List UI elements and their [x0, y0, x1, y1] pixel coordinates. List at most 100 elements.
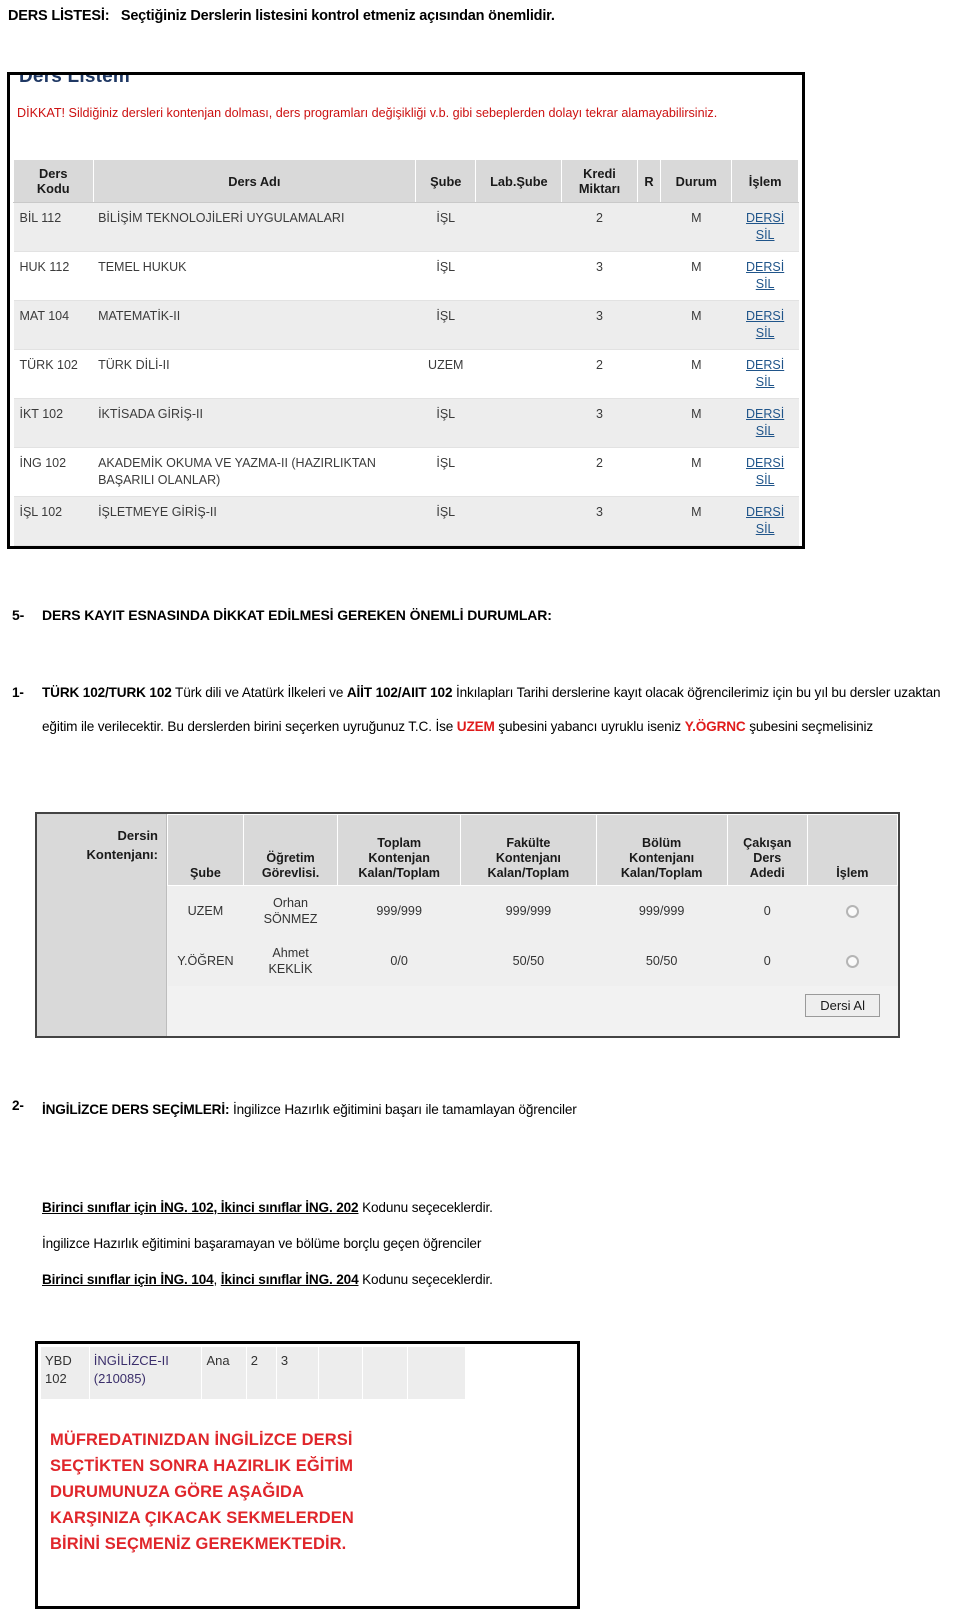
- header-line-1: Kredi: [583, 166, 616, 181]
- cell-ybd-value-2: 3: [276, 1347, 320, 1401]
- cell-kredi: 3: [561, 496, 638, 546]
- kontenjan-table: Şube Öğretim Görevlisi. Toplam Kontenjan…: [167, 814, 898, 986]
- cell-lab-sube: [475, 447, 562, 497]
- kontenjan-header-row: Şube Öğretim Görevlisi. Toplam Kontenjan…: [167, 814, 898, 886]
- column-header-ders-kodu: Ders Kodu: [13, 159, 94, 203]
- table-header-row: Ders Kodu Ders Adı Şube Lab.Şube Kredi M…: [13, 159, 799, 203]
- cell-durum: M: [660, 300, 732, 350]
- cell-toplam-kontenjan: 0/0: [337, 936, 461, 986]
- item-2-sub-lines: Birinci sınıflar için İNG. 102, İkinci s…: [42, 1190, 942, 1298]
- cell-islem: DERSİ SİL: [731, 251, 799, 301]
- ders-listem-title: Ders Listem: [19, 72, 130, 87]
- item-1-highlight-uzem: UZEM: [456, 719, 495, 734]
- item-2-line3-rest: Kodunu seçeceklerdir.: [358, 1272, 493, 1287]
- cell-lab-sube: [475, 349, 562, 399]
- page-title-lead: DERS LİSTESİ:: [8, 8, 110, 24]
- dersi-sil-line-1: DERSİ: [746, 456, 785, 470]
- column-header-islem: İşlem: [806, 814, 898, 886]
- item-2-line3-separator: ,: [213, 1272, 221, 1287]
- table-row: HUK 112 TEMEL HUKUK İŞL 3 M DERSİ SİL: [13, 251, 799, 301]
- dersi-sil-line-2: SİL: [755, 326, 775, 340]
- cell-kredi: 3: [561, 398, 638, 448]
- cell-islem: DERSİ SİL: [731, 349, 799, 399]
- header-line-2: Kontenjan: [368, 851, 430, 865]
- column-header-sube: Şube: [167, 814, 244, 886]
- cell-ders-kodu: MAT 104: [13, 300, 94, 350]
- dersi-sil-link[interactable]: DERSİ SİL: [737, 259, 794, 293]
- dersi-al-row: Dersi Al: [167, 986, 898, 1017]
- cell-toplam-kontenjan: 999/999: [337, 885, 461, 936]
- cell-ybd-ders-adi: İNGİLİZCE-II (210085): [89, 1347, 203, 1401]
- dersi-sil-line-2: SİL: [755, 228, 775, 242]
- dersi-sil-link[interactable]: DERSİ SİL: [737, 357, 794, 391]
- ybd-red-notice: MÜFREDATINIZDAN İNGİLİZCE DERSİ SEÇTİKTE…: [50, 1427, 577, 1557]
- dersi-sil-line-2: SİL: [755, 277, 775, 291]
- cell-cakisan-ders-adedi: 0: [727, 936, 808, 986]
- column-header-lab-sube: Lab.Şube: [475, 159, 563, 203]
- item-2-line-3: Birinci sınıflar için İNG. 104, İkinci s…: [42, 1262, 942, 1298]
- cell-ders-adi: TEMEL HUKUK: [93, 251, 416, 301]
- sube-radio-button[interactable]: [845, 955, 859, 969]
- cell-ders-kodu: TÜRK 102: [13, 349, 94, 399]
- item-2-line3-underline-2: İkinci sınıflar İNG. 204: [220, 1272, 359, 1287]
- cell-islem: [807, 885, 898, 936]
- dersi-sil-line-1: DERSİ: [746, 505, 785, 519]
- cell-ders-adi: İŞLETMEYE GİRİŞ-II: [93, 496, 416, 546]
- header-line-2: Ders: [753, 851, 782, 865]
- cell-lab-sube: [475, 202, 562, 252]
- item-2-line1-underline-1: Birinci sınıflar için İNG.: [42, 1200, 188, 1215]
- dersi-sil-link[interactable]: DERSİ SİL: [737, 504, 794, 538]
- cell-sube: İŞL: [415, 202, 476, 252]
- cell-ybd-kodu: YBD 102: [41, 1347, 90, 1401]
- column-header-sube: Şube: [415, 159, 477, 203]
- dersi-sil-line-2: SİL: [755, 473, 775, 487]
- header-line-1: Çakışan: [743, 836, 792, 850]
- column-header-fakulte-kontenjani: Fakülte Kontenjanı Kalan/Toplam: [460, 814, 597, 886]
- cell-ybd-value-4: [362, 1347, 408, 1401]
- cell-sube: UZEM: [415, 349, 476, 399]
- dersi-sil-line-1: DERSİ: [746, 211, 785, 225]
- column-header-toplam-kontenjan: Toplam Kontenjan Kalan/Toplam: [337, 814, 462, 886]
- item-2-line3-underline-1: Birinci sınıflar için İNG. 104: [42, 1272, 214, 1287]
- cell-islem: DERSİ SİL: [731, 398, 799, 448]
- header-line-1: Ders: [39, 166, 68, 181]
- cell-bolum-kontenjani: 999/999: [596, 885, 728, 936]
- table-row: UZEM Orhan SÖNMEZ 999/999 999/999 999/99…: [167, 885, 898, 936]
- item-1-bold-turk: TÜRK 102/TURK 102: [42, 685, 172, 700]
- cell-kredi: 2: [561, 202, 638, 252]
- cell-fakulte-kontenjani: 50/50: [460, 936, 597, 986]
- header-line-1: Fakülte: [506, 836, 551, 850]
- dersi-al-button[interactable]: Dersi Al: [805, 994, 880, 1017]
- cell-kredi: 2: [561, 447, 638, 497]
- label-line-2: Kontenjanı:: [86, 847, 159, 862]
- item-1-highlight-yogrnc: Y.ÖGRNC: [684, 719, 746, 734]
- cell-sube: İŞL: [415, 251, 476, 301]
- ders-listem-table: Ders Kodu Ders Adı Şube Lab.Şube Kredi M…: [13, 159, 799, 546]
- dersi-sil-link[interactable]: DERSİ SİL: [737, 308, 794, 342]
- item-2-lead: İNGİLİZCE DERS SEÇİMLERİ: İngilizce Hazı…: [12, 1102, 577, 1117]
- item-1-body: TÜRK 102/TURK 102 Türk dili ve Atatürk İ…: [12, 676, 942, 744]
- table-row: TÜRK 102 TÜRK DİLİ-II UZEM 2 M DERSİ SİL: [13, 349, 799, 399]
- section-5-number: 5-: [12, 607, 25, 623]
- cell-durum: M: [660, 447, 732, 497]
- cell-ders-kodu: İŞL 102: [13, 496, 94, 546]
- header-line-2: Görevlisi.: [261, 866, 320, 880]
- table-row: BİL 112 BİLİŞİM TEKNOLOJİLERİ UYGULAMALA…: [13, 202, 799, 252]
- dersi-sil-link[interactable]: DERSİ SİL: [737, 455, 794, 489]
- item-1-paragraph: 1- TÜRK 102/TURK 102 Türk dili ve Atatür…: [12, 676, 942, 744]
- cell-kredi: 3: [561, 300, 638, 350]
- ybd-screenshot: YBD 102 İNGİLİZCE-II (210085) Ana 2 3 MÜ…: [35, 1341, 580, 1609]
- cell-sube: UZEM: [167, 885, 244, 936]
- column-header-r: R: [636, 159, 662, 203]
- sube-radio-button[interactable]: [845, 905, 859, 919]
- dersi-sil-line-1: DERSİ: [746, 309, 785, 323]
- column-header-ders-adi: Ders Adı: [92, 159, 417, 203]
- dersi-sil-link[interactable]: DERSİ SİL: [737, 210, 794, 244]
- dersin-kontenjani-label: Dersin Kontenjanı:: [37, 814, 167, 1036]
- column-header-kredi-miktari: Kredi Miktarı: [561, 159, 638, 203]
- dersi-sil-line-2: SİL: [755, 522, 775, 536]
- cell-ybd-value-3: [318, 1347, 364, 1401]
- item-2-bold-title: İNGİLİZCE DERS SEÇİMLERİ:: [42, 1102, 230, 1117]
- dersi-sil-link[interactable]: DERSİ SİL: [737, 406, 794, 440]
- cell-ders-kodu: HUK 112: [13, 251, 94, 301]
